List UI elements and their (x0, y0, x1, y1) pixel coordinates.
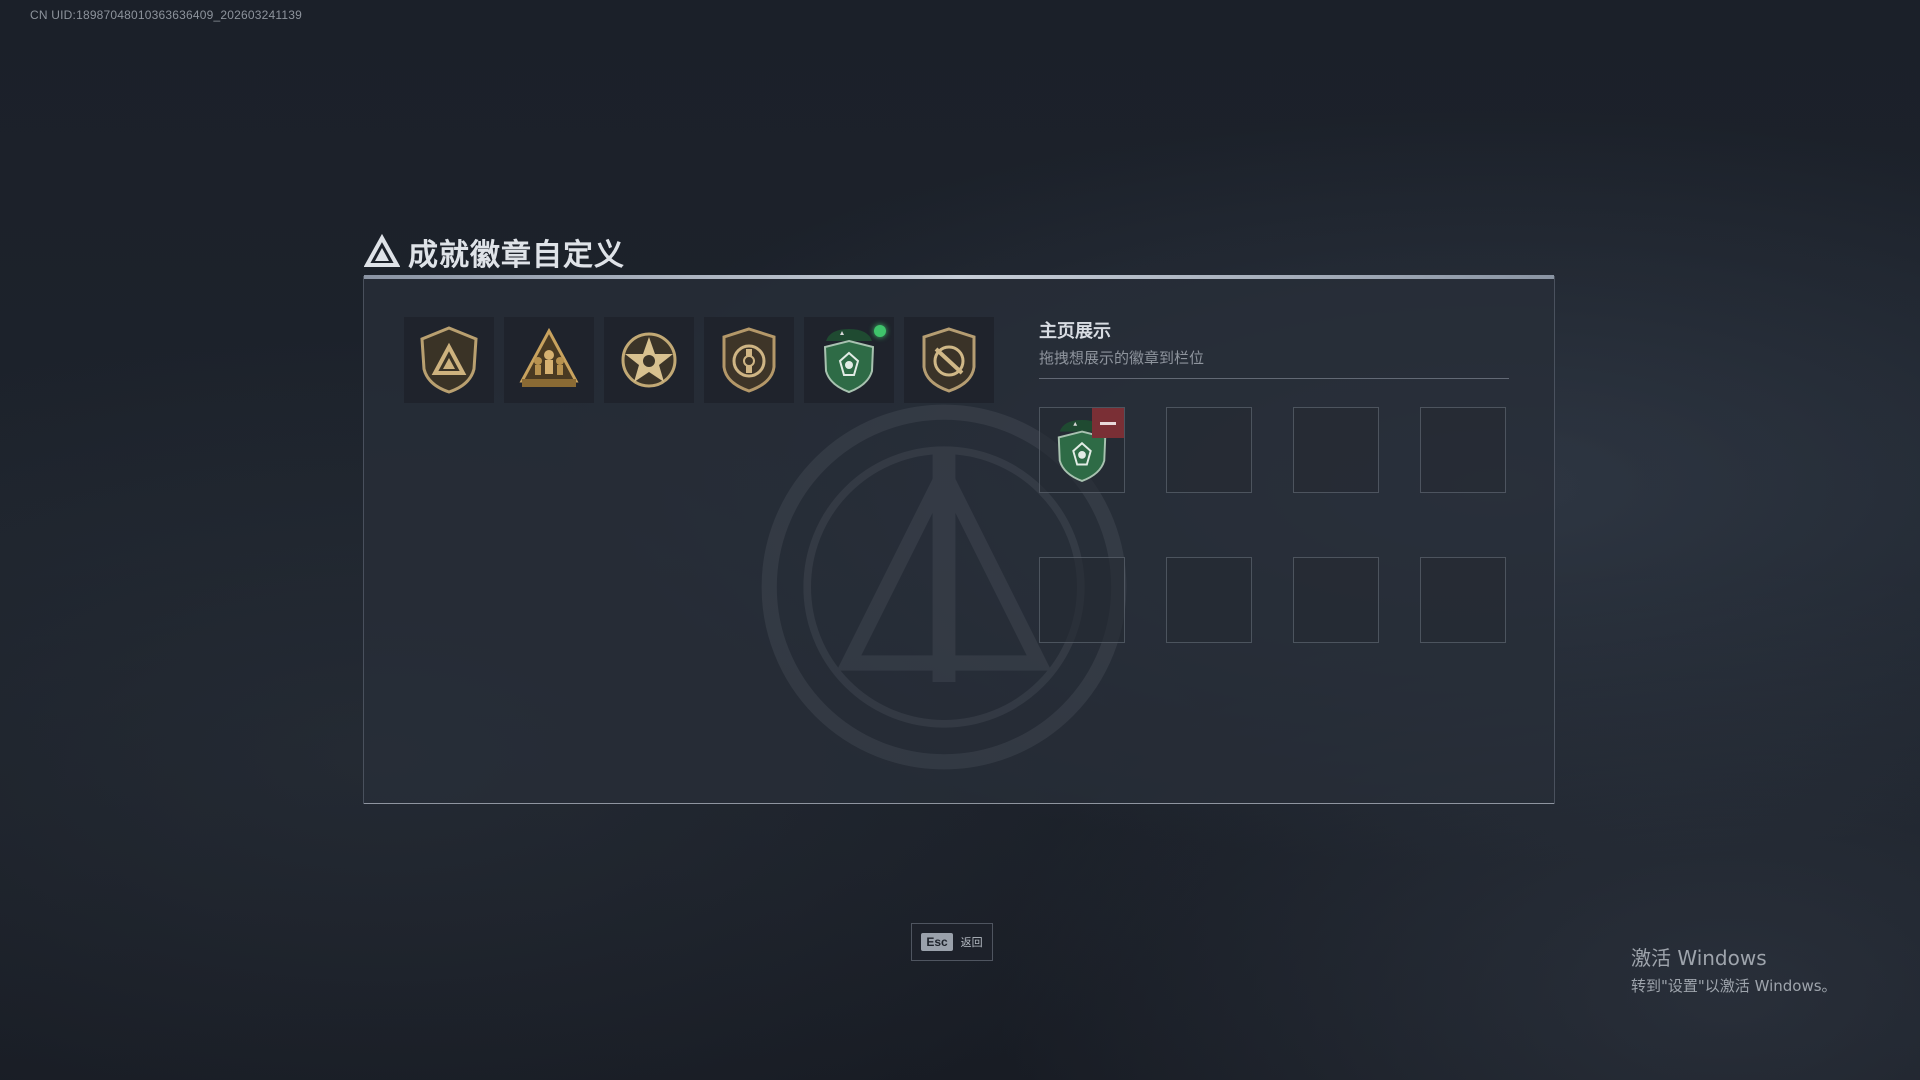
divider (1039, 378, 1509, 379)
slashed-circle-shield-badge-icon (922, 327, 976, 393)
esc-key-label: Esc (921, 933, 953, 951)
homepage-display-section: 主页展示 拖拽想展示的徽章到栏位 (1039, 317, 1509, 379)
display-slot-5[interactable] (1039, 557, 1125, 643)
display-slot-4[interactable] (1420, 407, 1506, 493)
display-slot-grid (1039, 407, 1506, 643)
display-slot-2[interactable] (1166, 407, 1252, 493)
back-label: 返回 (960, 936, 983, 949)
remove-badge-button[interactable] (1092, 408, 1124, 438)
triangle-shield-badge-icon (420, 326, 478, 394)
badge-customize-panel: 主页展示 拖拽想展示的徽章到栏位 (363, 275, 1555, 804)
display-section-title: 主页展示 (1039, 321, 1111, 342)
uid-label: CN UID:18987048010363636409_202603241139 (30, 8, 303, 22)
triangle-logo-icon (364, 234, 400, 267)
round-emblem-badge-icon (722, 327, 776, 393)
soldiers-triangle-badge-icon (519, 327, 579, 387)
display-slot-3[interactable] (1293, 407, 1379, 493)
green-beret-shield-badge-icon (823, 329, 875, 394)
panel-top-border (364, 275, 1554, 279)
display-section-subtitle: 拖拽想展示的徽章到栏位 (1039, 349, 1205, 367)
badge-item-6[interactable] (904, 317, 994, 403)
badge-item-4[interactable] (704, 317, 794, 403)
new-indicator-dot (874, 325, 886, 337)
display-slot-7[interactable] (1293, 557, 1379, 643)
back-button[interactable]: Esc 返回 (911, 923, 993, 961)
minus-icon (1100, 421, 1116, 425)
badge-item-3[interactable] (604, 317, 694, 403)
page-title: 成就徽章自定义 (408, 238, 625, 273)
page-header: 成就徽章自定义 (364, 230, 625, 274)
badge-list (404, 317, 994, 403)
windows-activation-watermark: 激活 Windows 转到"设置"以激活 Windows。 (1631, 942, 1837, 996)
display-slot-1[interactable] (1039, 407, 1125, 493)
display-slot-6[interactable] (1166, 557, 1252, 643)
activation-title: 激活 Windows (1631, 946, 1767, 970)
badge-item-1[interactable] (404, 317, 494, 403)
star-medal-badge-icon (621, 332, 677, 388)
badge-item-2[interactable] (504, 317, 594, 403)
activation-hint: 转到"设置"以激活 Windows。 (1631, 977, 1837, 995)
display-slot-8[interactable] (1420, 557, 1506, 643)
panel-bottom-border (364, 803, 1554, 804)
badge-item-5[interactable] (804, 317, 894, 403)
